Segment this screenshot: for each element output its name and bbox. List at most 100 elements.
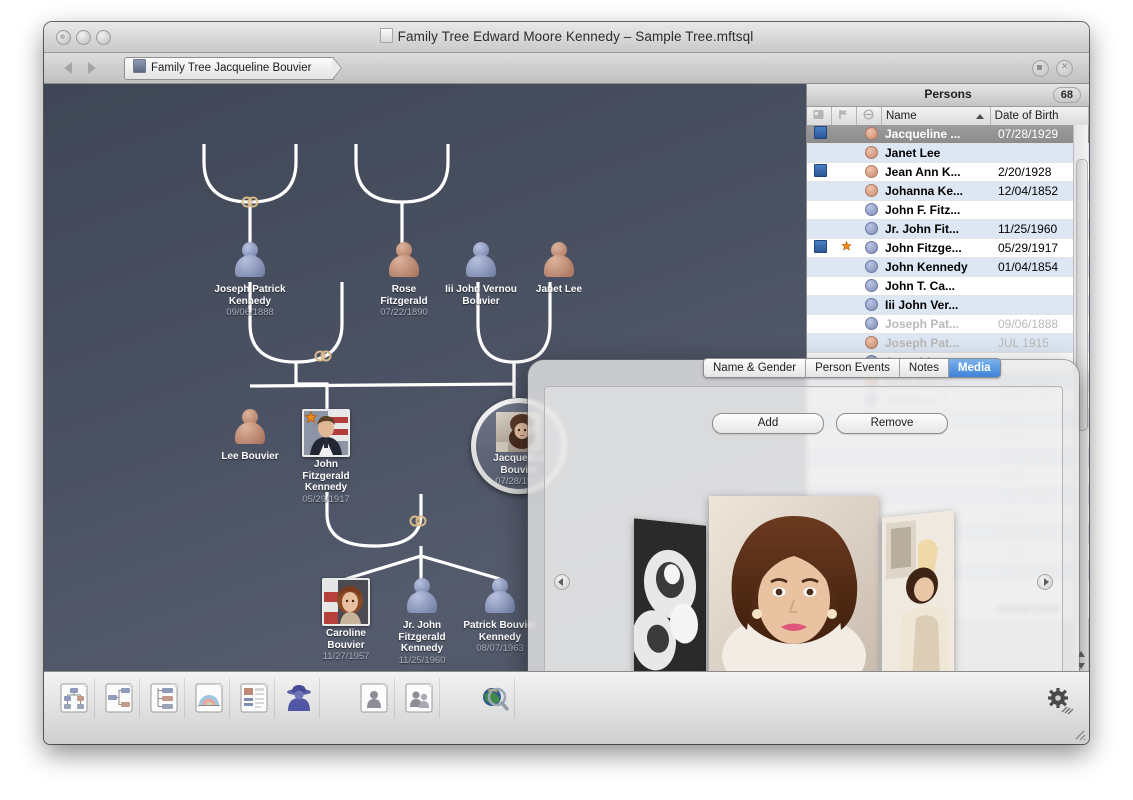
- card-icon: [813, 240, 827, 253]
- table-row[interactable]: John F. Fitz...: [807, 201, 1089, 220]
- avatar: [231, 409, 269, 449]
- row-gender-cell: [859, 127, 883, 141]
- row-name-cell: Jean Ann K...: [885, 165, 961, 179]
- table-row[interactable]: John T. Ca...: [807, 277, 1089, 296]
- row-name-cell: Joseph Pat...: [885, 317, 960, 331]
- group-list-tool[interactable]: [399, 678, 440, 718]
- tab-person-events[interactable]: Person Events: [806, 359, 900, 377]
- table-row[interactable]: Iii John Ver...: [807, 296, 1089, 315]
- media-previous-button[interactable]: [554, 574, 570, 590]
- column-header-dob[interactable]: Date of Birth: [991, 107, 1089, 126]
- panel-toggle-icon[interactable]: [1032, 60, 1049, 77]
- column-header-card[interactable]: [807, 107, 832, 126]
- media-thumbnail-next[interactable]: [882, 510, 954, 682]
- row-card-cell: [807, 164, 833, 180]
- row-gender-cell: [859, 260, 883, 274]
- tab-label: Family Tree Jacqueline Bouvier: [151, 62, 312, 74]
- row-dob-cell: JUL 1915: [998, 336, 1049, 350]
- avatar: [462, 242, 500, 282]
- row-dob-cell: 07/28/1929: [998, 127, 1059, 141]
- column-header-gender[interactable]: [857, 107, 882, 126]
- tree-node-name: John Fitzgerald Kennedy: [302, 459, 350, 493]
- search-tool[interactable]: [474, 678, 515, 718]
- media-thumbnail-previous[interactable]: [634, 518, 706, 684]
- report-tool[interactable]: [234, 678, 275, 718]
- tree-node-name: Joseph Patrick Kennedy: [214, 284, 286, 307]
- tree-node-jfk[interactable]: John Fitzgerald Kennedy 05/29/1917: [266, 409, 386, 505]
- gear-icon[interactable]: [1045, 686, 1075, 716]
- avatar: [403, 578, 441, 618]
- document-icon: [379, 28, 393, 43]
- tab-media[interactable]: Media: [948, 359, 1000, 377]
- gender-icon: [864, 317, 878, 330]
- report-icon: [240, 683, 268, 713]
- tree-node-janet[interactable]: Janet Lee: [499, 242, 619, 296]
- tab-name-and-gender[interactable]: Name & Gender: [704, 359, 807, 377]
- person-tool[interactable]: [279, 678, 320, 718]
- table-row-obscured[interactable]: Joseph Pat... 09/06/1888: [807, 315, 1089, 334]
- close-icon[interactable]: [1056, 59, 1073, 77]
- table-row[interactable]: Jacqueline ... 07/28/1929: [807, 125, 1089, 144]
- fan-chart-tool[interactable]: [189, 678, 230, 718]
- table-row[interactable]: Jr. John Fit... 11/25/1960: [807, 220, 1089, 239]
- row-name-cell: Jacqueline ...: [885, 127, 961, 141]
- card-icon: [813, 164, 827, 177]
- row-gender-cell: [859, 336, 883, 350]
- family-chart-tool[interactable]: [144, 678, 185, 718]
- table-row[interactable]: John Kennedy 01/04/1854: [807, 258, 1089, 277]
- person-list-icon: [360, 683, 388, 713]
- add-media-button[interactable]: Add: [712, 413, 824, 434]
- row-gender-cell: [859, 317, 883, 331]
- row-card-cell: [807, 126, 833, 142]
- main-content: Joseph Patrick Kennedy 09/06/1888 Rose Fitzg…: [44, 84, 1089, 744]
- row-gender-cell: [859, 279, 883, 293]
- row-dob-cell: 12/04/1852: [998, 184, 1059, 198]
- table-row[interactable]: Janet Lee: [807, 144, 1089, 163]
- application-window: Family Tree Edward Moore Kennedy – Sampl…: [44, 22, 1089, 744]
- row-dob-cell: 11/25/1960: [998, 222, 1058, 236]
- tab-family-tree[interactable]: Family Tree Jacqueline Bouvier: [124, 57, 335, 80]
- tab-notes[interactable]: Notes: [899, 359, 949, 377]
- column-header-name[interactable]: Name: [882, 107, 991, 126]
- table-row[interactable]: Johanna Ke... 12/04/1852: [807, 182, 1089, 201]
- table-row[interactable]: John Fitzge... 05/29/1917: [807, 239, 1089, 258]
- window-resize-handle[interactable]: [1072, 727, 1086, 741]
- media-caption: jackie_onassis_main: [874, 654, 879, 669]
- media-thumbnail-current[interactable]: jackie_onassis_main: [709, 496, 879, 682]
- gender-icon: [864, 298, 878, 311]
- person-list-tool[interactable]: [354, 678, 395, 718]
- table-row-obscured[interactable]: Joseph Pat... JUL 1915: [807, 334, 1089, 353]
- tree-node-dob: 05/29/1917: [302, 493, 350, 505]
- remove-media-button[interactable]: Remove: [836, 413, 948, 434]
- gender-icon: [864, 165, 878, 178]
- tree-node-joseph[interactable]: Joseph Patrick Kennedy 09/06/1888: [190, 242, 310, 318]
- toolbar-separator-2: [444, 678, 470, 718]
- gender-icon: [864, 241, 878, 254]
- nav-forward-button[interactable]: [88, 62, 96, 74]
- column-header-name-label: Name: [885, 110, 917, 122]
- gender-icon: [864, 279, 878, 292]
- row-gender-cell: [859, 184, 883, 198]
- avatar: [385, 242, 423, 282]
- column-header-dob-label: Date of Birth: [994, 110, 1059, 122]
- persons-panel-title: Persons: [924, 87, 972, 101]
- nav-back-button[interactable]: [64, 62, 72, 74]
- row-name-cell: John Kennedy: [885, 260, 968, 274]
- gender-icon: [864, 127, 878, 140]
- row-dob-cell: 2/20/1928: [998, 165, 1052, 179]
- fan-chart-icon: [195, 683, 223, 713]
- avatar: [231, 242, 269, 282]
- gender-icon: [864, 146, 878, 159]
- row-name-cell: John Fitzge...: [885, 241, 962, 255]
- gender-icon: [864, 203, 878, 216]
- media-coverflow[interactable]: jackie_onassis_main: [544, 490, 1063, 684]
- toolbar-items: [54, 678, 519, 718]
- tab-bar: Family Tree Jacqueline Bouvier: [44, 53, 1089, 84]
- family-chart-icon: [150, 683, 178, 713]
- table-row[interactable]: Jean Ann K... 2/20/1928: [807, 163, 1089, 182]
- flag-icon: [838, 108, 849, 119]
- pedigree-chart-tool[interactable]: [54, 678, 95, 718]
- descendant-chart-tool[interactable]: [99, 678, 140, 718]
- media-next-button[interactable]: [1037, 574, 1053, 590]
- column-header-flag[interactable]: [832, 107, 857, 126]
